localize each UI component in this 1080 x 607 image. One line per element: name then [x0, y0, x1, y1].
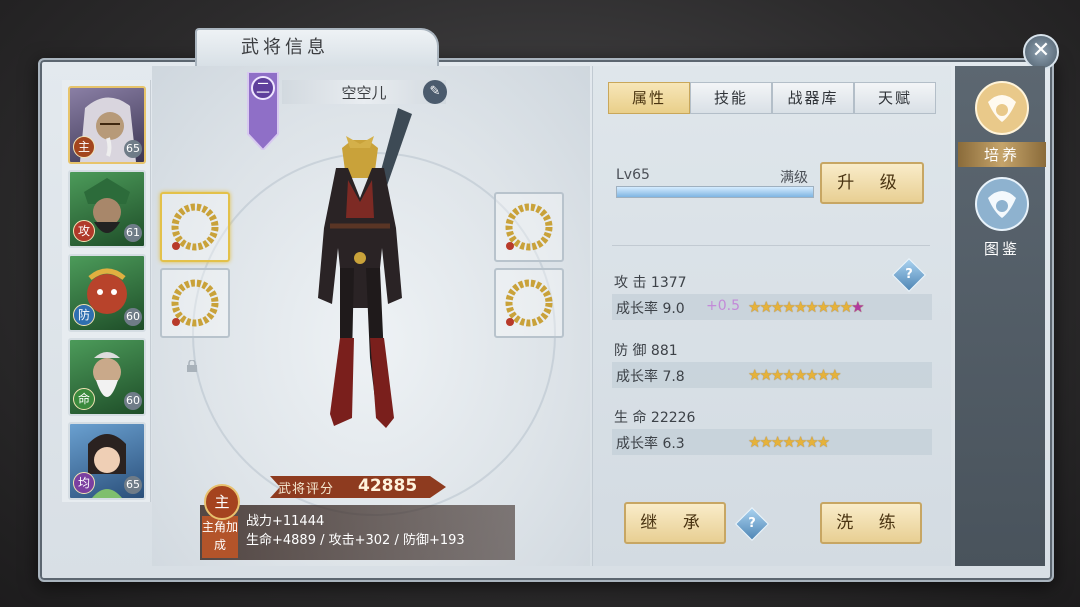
edit-name-icon[interactable]: ✎ — [423, 80, 447, 104]
tab-talent[interactable]: 天赋 — [854, 82, 936, 114]
star-icon: ★ — [816, 433, 831, 451]
attack-stars: ★★★★★★★★★★ — [748, 298, 865, 316]
defense-stars: ★★★★★★★★ — [748, 366, 842, 384]
star-icon: ★ — [805, 366, 819, 384]
role-badge: 防 — [73, 304, 95, 326]
hp-label: 生 命 22226 — [614, 410, 696, 426]
star-icon: ★ — [770, 298, 785, 316]
close-icon[interactable]: ✕ — [1023, 34, 1059, 70]
bonus-power: 战力+11444 — [246, 514, 325, 529]
lock-icon — [187, 360, 197, 372]
window-title: 武将信息 — [241, 37, 329, 58]
defense-label: 防 御 881 — [614, 343, 678, 359]
hp-stars: ★★★★★★★ — [748, 433, 831, 451]
upgrade-button[interactable]: 升 级 — [820, 162, 924, 204]
star-icon: ★ — [793, 298, 808, 316]
equip-slot-left-2[interactable] — [160, 268, 230, 338]
attack-growth: 成长率 9.0 — [616, 301, 685, 317]
star-icon: ★ — [759, 298, 773, 316]
hero-level: 60 — [124, 308, 142, 326]
star-icon: ★ — [770, 433, 785, 451]
star-icon: ★ — [759, 366, 773, 384]
hero-level: 60 — [124, 392, 142, 410]
defense-growth-row: 成长率 7.8 ★★★★★★★★ — [612, 362, 932, 388]
nav-cultivate[interactable]: 培养 — [958, 80, 1046, 167]
hero-roster: 主 65 攻 61 防 60 命 60 均 65 — [62, 80, 151, 502]
defense-value: 881 — [650, 343, 678, 359]
bonus-badge: 主 — [204, 484, 240, 520]
attack-label: 攻 击 1377 — [614, 275, 687, 291]
attack-growth-row: 成长率 9.0 +0.5 ★★★★★★★★★★ — [612, 294, 932, 320]
star-icon: ★ — [828, 298, 842, 316]
max-level-label: 满级 — [780, 170, 808, 186]
tab-weapon-library[interactable]: 战器库 — [772, 82, 854, 114]
hero-level: 65 — [124, 476, 142, 494]
roster-hero-5[interactable]: 均 65 — [68, 422, 146, 500]
equip-slot-right-2[interactable] — [494, 268, 564, 338]
star-icon: ★ — [782, 298, 796, 316]
tab-attributes[interactable]: 属性 — [608, 82, 690, 114]
hp-growth: 成长率 6.3 — [616, 436, 685, 452]
equip-slot-left-1[interactable] — [160, 192, 230, 262]
tab-skills[interactable]: 技能 — [690, 82, 772, 114]
prayer-beads-icon — [505, 279, 553, 327]
star-icon: ★ — [816, 366, 831, 384]
nav-cultivate-label: 培养 — [958, 142, 1046, 167]
star-icon: ★ — [839, 298, 854, 316]
roster-hero-4[interactable]: 命 60 — [68, 338, 146, 416]
level-label: Lv65 — [616, 167, 650, 183]
roster-hero-1[interactable]: 主 65 — [68, 86, 146, 164]
star-icon: ★ — [759, 433, 773, 451]
star-icon: ★ — [782, 433, 796, 451]
hp-growth-row: 成长率 6.3 ★★★★★★★ — [612, 429, 932, 455]
star-icon: ★ — [793, 433, 808, 451]
hp-value: 22226 — [650, 410, 696, 426]
star-icon: ★ — [748, 298, 762, 316]
score-label: 武将评分 — [278, 482, 335, 497]
warrior-character — [318, 108, 412, 428]
prayer-beads-icon — [171, 203, 219, 251]
star-icon: ★ — [793, 366, 808, 384]
star-icon: ★ — [816, 298, 831, 316]
star-icon: ★ — [805, 433, 819, 451]
role-badge: 主 — [73, 136, 95, 158]
role-badge: 攻 — [73, 220, 95, 242]
dragon-ring-icon — [975, 177, 1029, 231]
star-icon: ★ — [748, 433, 762, 451]
roster-hero-3[interactable]: 防 60 — [68, 254, 146, 332]
bonus-tag: 主角加成 — [202, 516, 238, 558]
role-badge: 均 — [73, 472, 95, 494]
hero-name: 空空儿 — [341, 84, 387, 102]
attack-value: 1377 — [650, 275, 687, 291]
dragon-emblem-icon — [975, 81, 1029, 135]
star-icon: ★ — [748, 366, 762, 384]
star-icon: ★ — [805, 298, 819, 316]
nav-collection-label: 图鉴 — [983, 240, 1020, 258]
prayer-beads-icon — [171, 279, 219, 327]
rank-label: 二 — [256, 81, 270, 97]
refine-button[interactable]: 洗 练 — [820, 502, 922, 544]
role-badge: 命 — [73, 388, 95, 410]
equip-slot-right-1[interactable] — [494, 192, 564, 262]
hero-level: 61 — [124, 224, 142, 242]
star-icon: ★ — [851, 298, 865, 316]
roster-hero-2[interactable]: 攻 61 — [68, 170, 146, 248]
exp-bar-fill — [617, 187, 813, 197]
star-icon: ★ — [770, 366, 785, 384]
hero-score: 42885 — [358, 476, 418, 496]
hero-level: 65 — [124, 140, 142, 158]
defense-growth: 成长率 7.8 — [616, 369, 685, 385]
attack-growth-bonus: +0.5 — [706, 298, 740, 314]
star-icon: ★ — [828, 366, 842, 384]
bonus-stats: 生命+4889 / 攻击+302 / 防御+193 — [246, 533, 465, 548]
nav-collection[interactable]: 图鉴 — [958, 176, 1046, 259]
inherit-button[interactable]: 继 承 — [624, 502, 726, 544]
star-icon: ★ — [782, 366, 796, 384]
divider — [612, 245, 930, 246]
prayer-beads-icon — [505, 203, 553, 251]
